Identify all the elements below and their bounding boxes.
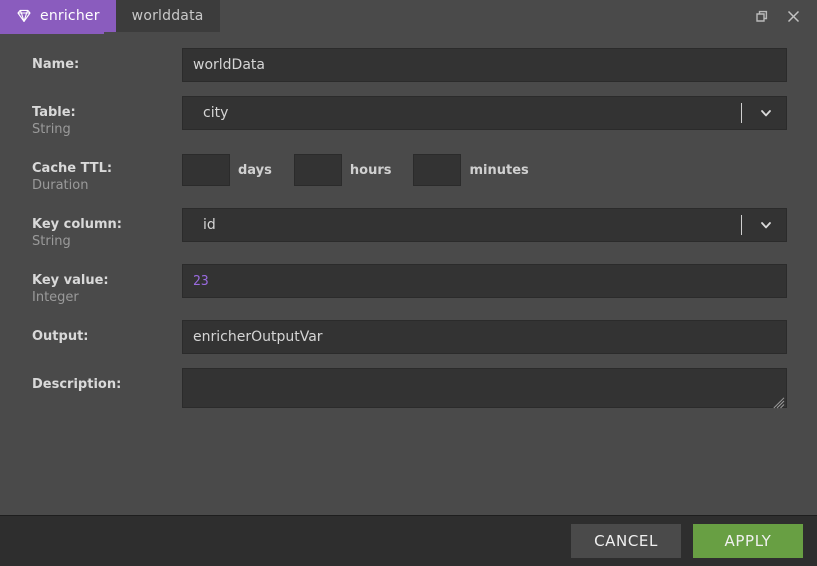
cache-ttl-minutes-input[interactable] (413, 154, 462, 186)
cancel-button[interactable]: CANCEL (571, 524, 681, 558)
description-label-group: Description: (32, 368, 182, 393)
field-row-description: Description: (32, 368, 787, 409)
apply-button[interactable]: APPLY (693, 524, 803, 558)
key-value-field-col: 23 (182, 264, 787, 298)
cache-ttl-label-group: Cache TTL: Duration (32, 152, 182, 194)
output-label: Output: (32, 329, 89, 344)
field-row-key-column: Key column: String id (32, 208, 787, 250)
description-wrap (182, 368, 787, 409)
key-column-select-value: id (203, 217, 216, 233)
table-select[interactable]: city (182, 96, 787, 130)
table-label: Table: (32, 105, 76, 120)
tab-enricher[interactable]: enricher (0, 0, 116, 32)
name-input[interactable] (182, 48, 787, 82)
cache-ttl-field-col: days hours minutes (182, 152, 787, 186)
dialog-footer: CANCEL APPLY (0, 515, 817, 566)
key-column-field-col: id (182, 208, 787, 242)
titlebar-drag-area[interactable] (219, 0, 751, 32)
key-column-select[interactable]: id (182, 208, 787, 242)
duration-group: days hours minutes (182, 152, 787, 186)
cache-ttl-type-hint: Duration (32, 178, 89, 193)
cache-ttl-minutes-unit: minutes (469, 162, 529, 178)
cache-ttl-hours-unit: hours (349, 162, 392, 178)
tab-worlddata-label: worlddata (131, 8, 204, 24)
cache-ttl-label: Cache TTL: (32, 161, 113, 176)
gem-icon (16, 8, 32, 24)
key-value-literal: 23 (193, 273, 209, 289)
titlebar: enricher worlddata (0, 0, 817, 34)
table-label-group: Table: String (32, 96, 182, 138)
active-tab-underline (0, 32, 104, 34)
key-column-label-group: Key column: String (32, 208, 182, 250)
field-row-output: Output: (32, 320, 787, 354)
tab-bar: enricher worlddata (0, 0, 220, 32)
close-window-button[interactable] (783, 6, 803, 26)
description-textarea[interactable] (182, 368, 787, 408)
cache-ttl-days-unit: days (238, 162, 272, 178)
window-controls (751, 0, 817, 32)
output-field-col (182, 320, 787, 354)
chevron-down-icon (754, 106, 786, 120)
field-row-name: Name: (32, 48, 787, 82)
output-input[interactable] (182, 320, 787, 354)
form-area: Name: Table: String city (0, 32, 817, 515)
table-select-separator (741, 103, 742, 123)
name-label-group: Name: (32, 48, 182, 73)
key-column-type-hint: String (32, 234, 71, 249)
table-type-hint: String (32, 122, 71, 137)
key-value-label: Key value: (32, 273, 109, 288)
chevron-down-icon (754, 218, 786, 232)
key-value-label-group: Key value: Integer (32, 264, 182, 306)
table-select-value: city (203, 105, 229, 121)
cache-ttl-days-input[interactable] (182, 154, 230, 186)
restore-window-button[interactable] (751, 6, 771, 26)
description-field-col (182, 368, 787, 409)
name-label: Name: (32, 57, 80, 72)
field-row-table: Table: String city (32, 96, 787, 138)
key-value-input[interactable]: 23 (182, 264, 787, 298)
description-label: Description: (32, 377, 122, 392)
key-column-select-separator (741, 215, 742, 235)
output-label-group: Output: (32, 320, 182, 345)
field-row-cache-ttl: Cache TTL: Duration days hours minutes (32, 152, 787, 194)
enricher-dialog: enricher worlddata Name: worldData Table… (0, 0, 817, 566)
tab-worlddata[interactable]: worlddata (115, 0, 220, 32)
table-field-col: city (182, 96, 787, 130)
key-value-type-hint: Integer (32, 290, 79, 305)
field-row-key-value: Key value: Integer 23 (32, 264, 787, 306)
key-column-label: Key column: (32, 217, 123, 232)
tab-enricher-label: enricher (40, 8, 100, 24)
cache-ttl-hours-input[interactable] (293, 154, 342, 186)
name-field-col (182, 48, 787, 82)
